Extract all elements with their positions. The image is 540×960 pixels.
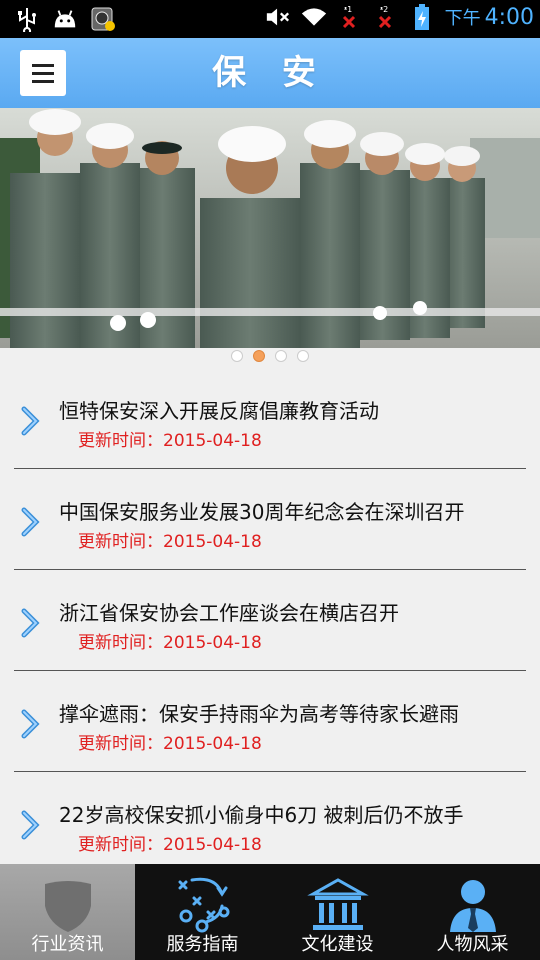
tab-label: 服务指南	[166, 934, 239, 955]
list-item[interactable]: 中国保安服务业发展30周年纪念会在深圳召开 更新时间：2015-04-18	[14, 469, 526, 570]
news-headline: 浙江省保安协会工作座谈会在横店召开	[59, 601, 399, 625]
tab-label: 人物风采	[436, 934, 509, 955]
tab-label: 文化建设	[301, 934, 374, 955]
carousel-dot-active[interactable]	[253, 350, 265, 362]
tab-service-guide[interactable]: 服务指南	[135, 864, 270, 960]
svg-text:ᵜ1: ᵜ1	[344, 5, 352, 14]
signal-1-no-service-icon: ᵜ1	[337, 4, 363, 30]
person-tie-icon	[450, 880, 496, 932]
hamburger-menu-icon[interactable]	[20, 50, 66, 96]
tab-industry-news[interactable]: 行业资讯	[0, 864, 135, 960]
signal-2-no-service-icon: ᵜ2	[373, 4, 399, 30]
list-item[interactable]: 22岁高校保安抓小偷身中6刀 被刺后仍不放手 更新时间：2015-04-18	[14, 772, 526, 873]
list-item[interactable]: 恒特保安深入开展反腐倡廉教育活动 更新时间：2015-04-18	[14, 368, 526, 469]
mute-icon	[265, 4, 291, 30]
banner-carousel-image[interactable]	[0, 108, 540, 348]
tab-people-profiles[interactable]: 人物风采	[405, 864, 540, 960]
tab-culture-building[interactable]: 文化建设	[270, 864, 405, 960]
news-date: 更新时间：2015-04-18	[78, 431, 262, 451]
chevron-right-icon	[21, 709, 40, 739]
news-headline: 恒特保安深入开展反腐倡廉教育活动	[59, 399, 379, 423]
carousel-dot[interactable]	[231, 350, 243, 362]
shield-icon	[45, 881, 91, 932]
list-item[interactable]: 撑伞遮雨：保安手持雨伞为高考等待家长避雨 更新时间：2015-04-18	[14, 671, 526, 772]
list-item[interactable]: 浙江省保安协会工作座谈会在横店召开 更新时间：2015-04-18	[14, 570, 526, 671]
battery-charging-icon	[409, 4, 435, 30]
security-guards-photo	[0, 108, 540, 348]
building-columns-icon	[307, 878, 369, 930]
chevron-right-icon	[21, 608, 40, 638]
news-date: 更新时间：2015-04-18	[78, 633, 262, 653]
app-header: 保 安	[0, 38, 540, 108]
chevron-right-icon	[21, 810, 40, 840]
bottom-tab-bar: 行业资讯 服务指南 文化建设 人物风采	[0, 864, 540, 960]
carousel-indicator	[0, 350, 540, 366]
news-headline: 中国保安服务业发展30周年纪念会在深圳召开	[59, 500, 465, 524]
news-headline: 22岁高校保安抓小偷身中6刀 被刺后仍不放手	[59, 803, 464, 827]
carousel-dot[interactable]	[297, 350, 309, 362]
usb-icon	[14, 6, 40, 32]
clock: 下午 4:00	[444, 5, 534, 30]
news-headline: 撑伞遮雨：保安手持雨伞为高考等待家长避雨	[59, 702, 459, 726]
page-title: 保 安	[212, 53, 328, 93]
tab-label: 行业资讯	[31, 934, 104, 955]
strategy-play-icon	[178, 877, 230, 933]
news-date: 更新时间：2015-04-18	[78, 734, 262, 754]
news-list: 恒特保安深入开展反腐倡廉教育活动 更新时间：2015-04-18 中国保安服务业…	[0, 368, 540, 873]
android-icon	[52, 6, 78, 32]
chevron-right-icon	[21, 507, 40, 537]
status-bar: ᵜ1 ᵜ2 下午 4:00	[0, 0, 540, 38]
news-date: 更新时间：2015-04-18	[78, 835, 262, 855]
wifi-icon	[301, 4, 327, 30]
chevron-right-icon	[21, 406, 40, 436]
news-date: 更新时间：2015-04-18	[78, 532, 262, 552]
svg-text:ᵜ2: ᵜ2	[380, 5, 388, 14]
app-notification-icon	[90, 6, 116, 32]
carousel-dot[interactable]	[275, 350, 287, 362]
